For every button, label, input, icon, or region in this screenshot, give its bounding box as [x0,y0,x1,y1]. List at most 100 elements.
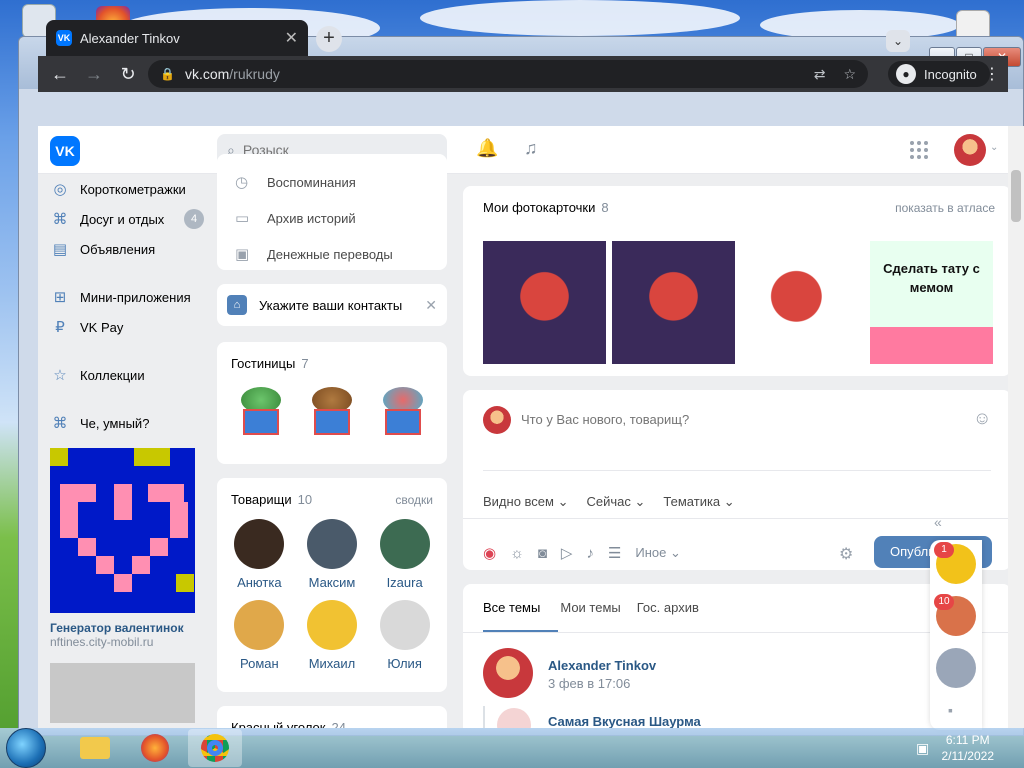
ad-subtitle[interactable]: nftines.city-mobil.ru [50,635,210,649]
sidebar-item-miniapps[interactable]: ⊞ Мини-приложения [50,282,210,312]
filter-visibility[interactable]: Видно всем ⌄ [483,494,569,510]
new-tab-button[interactable]: + [316,26,342,52]
chat-bubble[interactable] [936,648,976,688]
photos-title[interactable]: Мои фотокарточки [483,200,595,215]
friend-item[interactable]: Анютка [226,519,292,590]
friends-updates-link[interactable]: сводки [395,493,433,507]
emoji-icon[interactable]: ☺ [973,408,991,429]
sidebar-item-vkpay[interactable]: ₽ VK Pay [50,312,210,342]
red-corner-title[interactable]: Красный уголок [231,720,325,728]
sidebar-item-ads[interactable]: ▤ Объявления [50,234,210,264]
forward-arrow-icon[interactable]: → [82,62,106,86]
friends-count: 10 [297,492,313,507]
browser-menu-icon[interactable]: ⋮ [984,64,1000,84]
profile-avatar[interactable] [954,134,986,166]
filter-time[interactable]: Сейчас ⌄ [587,494,646,510]
photo-thumb[interactable] [612,241,735,364]
friend-name: Юлия [387,656,422,671]
post-time[interactable]: 3 фев в 17:06 [548,676,630,691]
gift-item[interactable] [375,383,431,439]
system-clock[interactable]: 6:11 PM 2/11/2022 [942,732,995,764]
chat-floater-panel: « 1 10 ▪ [930,514,982,730]
address-bar[interactable]: 🔒 vk.com/rukrudy ⇄ ☆ [148,60,868,88]
menu-item-stories-archive[interactable]: ▭ Архив историй [217,200,447,236]
incognito-indicator[interactable]: ● Incognito [888,61,990,87]
tab-my-topics[interactable]: Мои темы [560,584,634,632]
ad-title[interactable]: Генератор валентинок [50,621,210,635]
post-author-name[interactable]: Alexander Tinkov [548,658,656,673]
chat-list-icon[interactable]: ▪ [948,702,953,718]
photos-count: 8 [601,200,609,215]
bookmark-star-icon[interactable]: ☆ [843,66,856,83]
camera-icon[interactable]: ◙ [538,545,547,562]
gift-item[interactable] [233,383,289,439]
contacts-banner-label: Укажите ваши контакты [259,297,403,313]
filter-visibility-label: Видно всем [483,494,554,509]
page-scrollbar[interactable] [1008,126,1024,728]
translate-icon[interactable]: ⇄ [814,66,826,83]
photo-thumb[interactable] [741,241,864,364]
gifts-title[interactable]: Гостиницы [231,356,295,371]
friend-name: Анютка [237,575,282,590]
repost-avatar[interactable] [497,708,531,728]
profile-chevron-down-icon[interactable]: ⌄ [990,142,998,153]
tab-active[interactable]: VK Alexander Tinkov ✕ [46,20,308,56]
friend-item[interactable]: Михаил [299,600,365,671]
close-icon[interactable]: ✕ [425,297,437,314]
tab-all-topics[interactable]: Все темы [483,584,559,632]
post-author-avatar[interactable] [483,648,533,698]
back-arrow-icon[interactable]: ← [48,62,72,86]
reload-icon[interactable]: ↻ [116,62,140,86]
collapse-chevrons-icon[interactable]: « [934,514,942,530]
gift-item[interactable] [304,383,360,439]
taskbar-explorer[interactable] [68,729,122,767]
sidebar-item-games[interactable]: ⌘ Досуг и отдых 4 [50,204,210,234]
tab-close-icon[interactable]: ✕ [285,28,298,48]
notifications-bell-icon[interactable]: 🔔 [476,138,498,159]
menu-item-money-transfers[interactable]: ▣ Денежные переводы [217,236,447,272]
friend-item[interactable]: Роман [226,600,292,671]
article-icon[interactable]: ☰ [608,544,621,562]
network-icon[interactable]: ▣ [916,740,929,757]
ad-image-2[interactable] [50,663,195,723]
friends-title[interactable]: Товарищи [231,492,292,507]
tab-gov-archive[interactable]: Гос. архив [637,584,713,632]
repost-title[interactable]: Самая Вкусная Шаурма [548,714,701,728]
firefox-icon [141,734,169,762]
poster-icon[interactable]: ◉ [483,544,496,562]
services-grid-icon[interactable] [910,141,928,159]
sidebar-item-quiz[interactable]: ⌘ Че, умный? [50,408,210,438]
tab-title: Alexander Tinkov [80,30,180,46]
idea-icon[interactable]: ☼ [510,545,524,562]
gifts-card: Гостиницы 7 [217,342,447,464]
friend-avatar [234,600,285,650]
start-button[interactable] [6,728,46,768]
taskbar-chrome[interactable] [188,729,242,767]
photos-show-in-album-link[interactable]: показать в атласе [895,201,995,215]
tab-search-chevron-icon[interactable]: ⌄ [886,30,910,52]
ad-image-heart[interactable] [50,448,195,613]
video-icon[interactable]: ▷ [561,544,573,562]
more-dropdown[interactable]: Иное ⌄ [635,545,681,561]
folder-icon [80,737,110,759]
filter-topic[interactable]: Тематика ⌄ [663,494,734,510]
chrome-icon [201,734,229,762]
taskbar-firefox[interactable] [128,729,182,767]
photo-thumb-tattoo[interactable]: Сделать тату с мемом [870,241,993,364]
composer-input[interactable] [521,412,951,427]
contacts-banner[interactable]: ⌂ Укажите ваши контакты ✕ [217,284,447,326]
chevron-down-icon: ⌄ [723,494,735,509]
music-icon[interactable]: ♪ [586,545,594,562]
menu-item-memories[interactable]: ◷ Воспоминания [217,164,447,200]
friend-item[interactable]: Максим [299,519,365,590]
photo-thumb[interactable] [483,241,606,364]
sidebar-item-collections[interactable]: ☆ Коллекции [50,360,210,390]
scrollbar-thumb[interactable] [1011,170,1021,222]
friend-item[interactable]: Izaura [372,519,438,590]
friend-item[interactable]: Юлия [372,600,438,671]
vk-logo[interactable]: VK [50,136,80,166]
sidebar-item-clips[interactable]: ◎ Короткометражки [50,174,210,204]
music-note-icon[interactable]: ♫ [524,138,538,159]
settings-gear-icon[interactable]: ⚙ [839,544,853,564]
apps-icon: ⊞ [53,289,67,306]
